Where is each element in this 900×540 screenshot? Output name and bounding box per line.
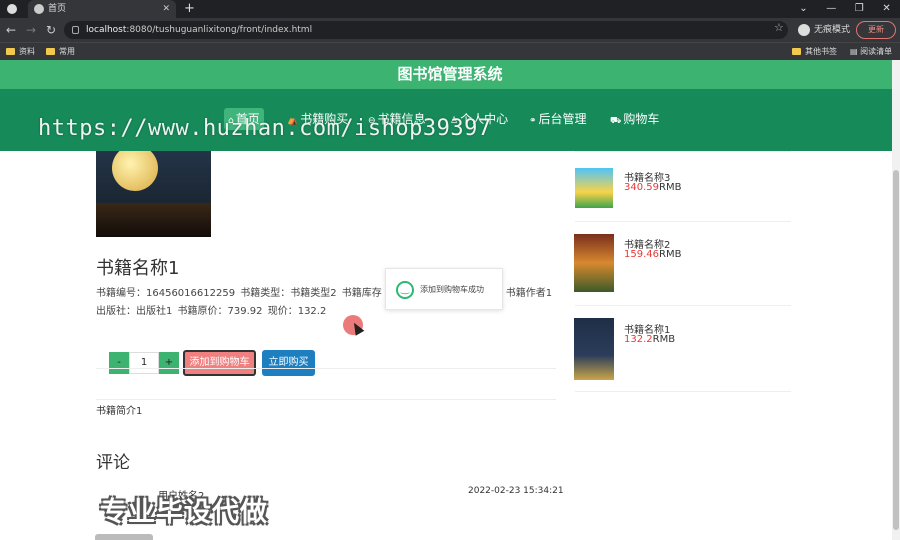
folder-icon bbox=[6, 48, 15, 55]
site-title: 图书馆管理系统 bbox=[0, 60, 900, 89]
bookmark-folder[interactable]: 其他书签 bbox=[792, 43, 837, 60]
reading-list[interactable]: ▤ 阅读清单 bbox=[850, 43, 892, 60]
browser-tab-strip: 首页 ✕ + ⌄ — ❐ ✕ bbox=[0, 0, 900, 18]
book-author: 书籍作者1 bbox=[505, 288, 553, 299]
nav-cart[interactable]: ⛟ 购物车 bbox=[606, 108, 663, 130]
incognito-indicator[interactable]: 无痕模式 bbox=[798, 21, 850, 39]
bookmark-label: 阅读清单 bbox=[860, 47, 893, 56]
currency: RMB bbox=[652, 334, 676, 345]
divider bbox=[575, 391, 791, 392]
address-toolbar: ← → ↻ localhost:8080/tushuguanlixitong/f… bbox=[0, 18, 900, 42]
bookmark-folder[interactable]: 常用 bbox=[46, 43, 75, 60]
qty-minus-button[interactable]: - bbox=[109, 352, 129, 374]
sidebar-book-price: 159.46RMB bbox=[624, 249, 681, 260]
divider bbox=[575, 305, 791, 306]
bookmarks-bar: 资料 常用 其他书签 ▤ 阅读清单 bbox=[0, 42, 900, 60]
toast-text: 添加到购物车成功 bbox=[420, 285, 484, 294]
url-path: :8080/tushuguanlixitong/front/index.html bbox=[126, 25, 313, 35]
star-icon[interactable]: ☆ bbox=[774, 21, 784, 34]
divider bbox=[96, 368, 556, 369]
qty-plus-button[interactable]: + bbox=[159, 352, 179, 374]
scrollbar-thumb[interactable] bbox=[893, 170, 899, 530]
divider bbox=[575, 221, 791, 222]
sidebar-book-price: 340.59RMB bbox=[624, 182, 681, 193]
bookmark-label: 其他书签 bbox=[805, 47, 837, 56]
browser-menu-icon[interactable] bbox=[7, 4, 17, 14]
bookmark-label: 资料 bbox=[19, 47, 35, 56]
book-cover-image bbox=[96, 151, 211, 237]
book-thumbnail bbox=[575, 168, 613, 208]
cart-icon: ⛟ bbox=[610, 116, 622, 126]
price-value: 159.46 bbox=[624, 249, 659, 260]
divider bbox=[96, 399, 556, 400]
back-arrow-icon[interactable]: ← bbox=[6, 22, 16, 38]
incognito-label: 无痕模式 bbox=[814, 25, 851, 35]
globe-icon bbox=[34, 4, 44, 14]
reload-icon[interactable]: ↻ bbox=[46, 22, 56, 38]
currency: RMB bbox=[659, 182, 682, 193]
forward-arrow-icon[interactable]: → bbox=[26, 22, 36, 38]
info-icon bbox=[72, 26, 79, 34]
new-tab-button[interactable]: + bbox=[184, 0, 195, 18]
book-thumbnail bbox=[574, 234, 614, 292]
price-value: 340.59 bbox=[624, 182, 659, 193]
chevron-down-icon[interactable]: ⌄ bbox=[799, 0, 807, 18]
bookmark-label: 常用 bbox=[59, 47, 75, 56]
tab-title: 首页 bbox=[48, 4, 67, 14]
book-meta-text: 书籍编号：16456016612259 书籍类型：书籍类型2 书籍库存 bbox=[96, 288, 382, 299]
book-thumbnail bbox=[574, 318, 614, 380]
minimize-icon[interactable]: — bbox=[826, 0, 836, 18]
scrollbar[interactable] bbox=[892, 60, 900, 540]
window-controls: ⌄ — ❐ ✕ bbox=[790, 0, 900, 18]
avatar bbox=[95, 534, 153, 540]
buy-now-button[interactable]: 立即购买 bbox=[262, 350, 315, 376]
update-button[interactable]: 更新 bbox=[856, 21, 896, 39]
close-tab-icon[interactable]: ✕ bbox=[162, 0, 170, 18]
price-value: 132.2 bbox=[624, 334, 653, 345]
url-host: localhost bbox=[86, 25, 127, 35]
url-field[interactable]: localhost:8080/tushuguanlixitong/front/i… bbox=[64, 21, 788, 39]
reading-list-icon: ▤ bbox=[850, 47, 861, 56]
browser-tab[interactable]: 首页 ✕ bbox=[28, 0, 176, 18]
ad-overlay-text: 专业毕设代做 bbox=[100, 497, 268, 528]
book-intro: 书籍简介1 bbox=[96, 406, 143, 417]
currency: RMB bbox=[659, 249, 682, 260]
toast-message: ‿ 添加到购物车成功 bbox=[385, 268, 503, 310]
quantity-input[interactable]: 1 bbox=[129, 352, 159, 374]
maximize-icon[interactable]: ❐ bbox=[855, 0, 864, 18]
sidebar-book-price: 132.2RMB bbox=[624, 334, 675, 345]
bookmark-folder[interactable]: 资料 bbox=[6, 43, 35, 60]
add-to-cart-button[interactable]: 添加到购物车 bbox=[183, 350, 256, 376]
watermark-text: https://www.huzhan.com/ishop39397 bbox=[38, 116, 492, 141]
divider bbox=[575, 151, 791, 152]
close-window-icon[interactable]: ✕ bbox=[882, 0, 890, 18]
nav-admin[interactable]: ⚭ 后台管理 bbox=[525, 108, 591, 130]
smile-icon: ‿ bbox=[396, 281, 414, 299]
nav-label: 后台管理 bbox=[538, 112, 587, 126]
book-meta-line: 出版社：出版社1 书籍原价：739.92 现价：132.2 bbox=[96, 306, 327, 317]
link-icon: ⚭ bbox=[529, 116, 537, 126]
folder-icon bbox=[792, 48, 801, 55]
nav-label: 购物车 bbox=[623, 112, 660, 126]
folder-icon bbox=[46, 48, 55, 55]
comments-heading: 评论 bbox=[96, 453, 130, 473]
comment-time: 2022-02-23 15:34:21 bbox=[468, 486, 564, 496]
incognito-icon bbox=[798, 23, 810, 36]
book-title: 书籍名称1 bbox=[96, 258, 180, 279]
